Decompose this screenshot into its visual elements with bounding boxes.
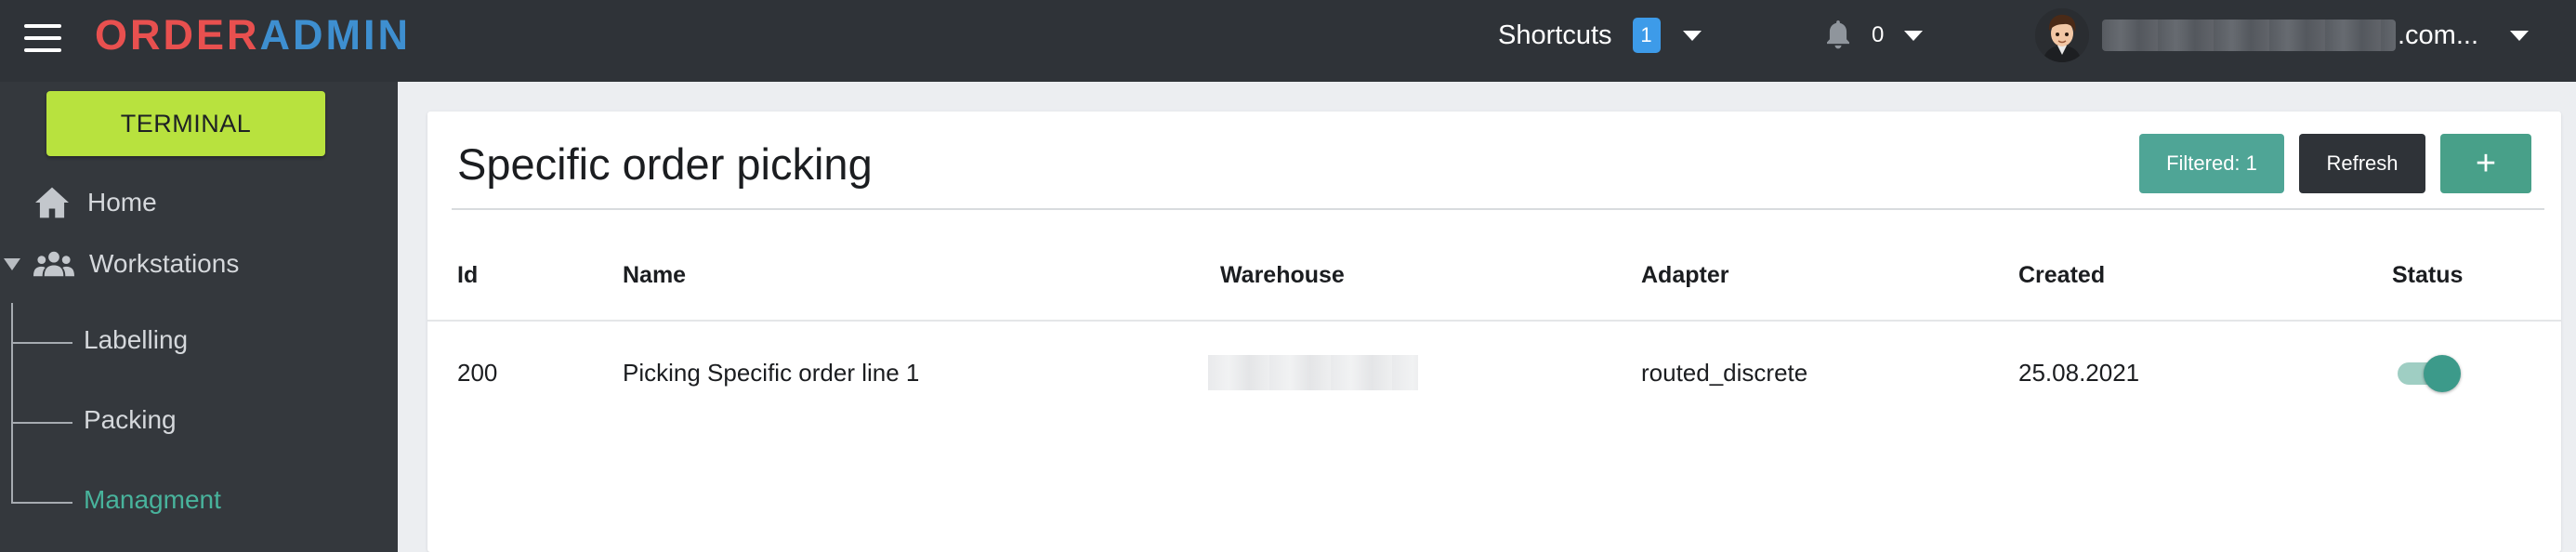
tree-branch — [11, 502, 72, 504]
shortcuts-dropdown[interactable]: Shortcuts 1 — [1498, 15, 1702, 56]
add-button[interactable]: + — [2440, 134, 2531, 193]
content-card: Specific order picking Filtered: 1 Refre… — [427, 112, 2561, 552]
toggle-knob — [2424, 355, 2461, 392]
column-header-created[interactable]: Created — [2018, 262, 2105, 289]
tree-branch — [11, 422, 72, 424]
notifications-count: 0 — [1872, 22, 1885, 47]
cell-warehouse-redacted — [1208, 355, 1418, 390]
app-logo[interactable]: ORDERADMIN — [95, 13, 411, 58]
user-email-suffix: .com... — [2398, 20, 2479, 50]
caret-down-icon — [1682, 30, 1702, 41]
sidebar-item-packing[interactable]: Packing — [84, 405, 177, 435]
column-header-adapter[interactable]: Adapter — [1641, 262, 1728, 289]
notifications-dropdown[interactable]: 0 — [1823, 15, 1924, 56]
menu-icon[interactable] — [24, 24, 61, 52]
column-header-status[interactable]: Status — [2392, 262, 2463, 289]
refresh-button[interactable]: Refresh — [2299, 134, 2425, 193]
avatar — [2035, 8, 2089, 62]
user-email-redacted — [2102, 20, 2396, 51]
sidebar-item-home[interactable]: Home — [33, 186, 157, 219]
table-header-divider — [427, 320, 2561, 322]
top-bar: ORDERADMIN Shortcuts 1 0 .com... — [0, 0, 2576, 82]
caret-down-icon — [1904, 30, 1924, 41]
sidebar-item-workstations[interactable]: Workstations — [4, 249, 239, 279]
tree-line — [11, 303, 13, 504]
terminal-button[interactable]: TERMINAL — [46, 91, 325, 156]
home-icon — [35, 187, 69, 218]
column-header-id[interactable]: Id — [457, 262, 478, 289]
sidebar-item-managment[interactable]: Managment — [84, 485, 221, 515]
sidebar: TERMINAL Home Workstations Labelling Pac… — [0, 82, 398, 552]
sidebar-item-label: Workstations — [89, 249, 240, 278]
bell-icon — [1827, 20, 1849, 49]
shortcuts-count-badge: 1 — [1632, 18, 1661, 53]
column-header-name[interactable]: Name — [623, 262, 686, 289]
user-menu[interactable]: .com... — [2035, 6, 2530, 65]
cell-created: 25.08.2021 — [2018, 359, 2140, 387]
divider — [452, 208, 2544, 210]
column-header-warehouse[interactable]: Warehouse — [1220, 262, 1345, 289]
status-toggle[interactable] — [2396, 355, 2461, 392]
shortcuts-label: Shortcuts — [1498, 20, 1612, 50]
cell-adapter: routed_discrete — [1641, 359, 1808, 387]
sidebar-item-label: Home — [87, 188, 157, 217]
workstations-icon — [33, 251, 74, 277]
cell-id: 200 — [457, 359, 498, 387]
tree-branch — [11, 342, 72, 344]
page-title: Specific order picking — [457, 139, 873, 189]
expand-triangle-icon — [4, 257, 20, 270]
sidebar-item-labelling[interactable]: Labelling — [84, 325, 188, 355]
filter-button[interactable]: Filtered: 1 — [2139, 134, 2284, 193]
caret-down-icon — [2510, 30, 2530, 41]
cell-name: Picking Specific order line 1 — [623, 359, 920, 387]
